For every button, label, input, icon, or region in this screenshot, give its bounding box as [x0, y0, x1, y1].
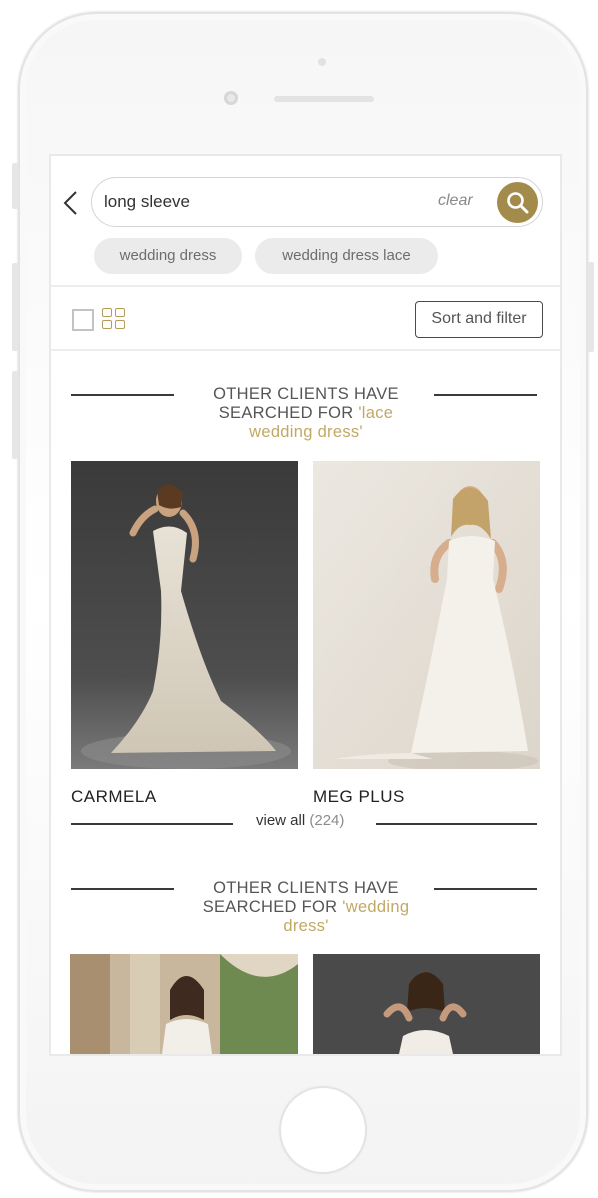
search-icon: [507, 192, 529, 214]
section-heading: OTHER CLIENTS HAVE SEARCHED FOR 'wedding…: [202, 879, 410, 935]
suggestion-chip[interactable]: wedding dress: [94, 238, 242, 274]
search-button[interactable]: [497, 182, 538, 223]
back-chevron-icon: [63, 191, 77, 215]
divider: [51, 349, 560, 351]
mute-switch: [12, 163, 18, 209]
proximity-sensor: [318, 58, 326, 66]
product-image[interactable]: [313, 954, 540, 1054]
back-button[interactable]: [61, 190, 83, 216]
earpiece-speaker: [274, 96, 374, 102]
heading-rule-right: [434, 394, 537, 396]
heading-rule-left: [71, 394, 174, 396]
divider: [51, 285, 560, 287]
heading-rule-right: [434, 888, 537, 890]
volume-up-button: [12, 263, 18, 351]
app-screen: clear wedding dress wedding dress lace S…: [51, 156, 560, 1054]
home-button[interactable]: [279, 1086, 367, 1174]
product-image[interactable]: [70, 954, 298, 1054]
product-image-carmela[interactable]: [71, 461, 298, 769]
view-all-link[interactable]: view all (224): [256, 812, 344, 829]
search-bar: clear: [91, 177, 543, 227]
front-camera: [224, 91, 238, 105]
view-all-rule-left: [71, 823, 233, 825]
sort-and-filter-button[interactable]: Sort and filter: [415, 301, 543, 338]
clear-button[interactable]: clear: [438, 192, 473, 210]
volume-down-button: [12, 371, 18, 459]
suggestion-chip[interactable]: wedding dress lace: [255, 238, 438, 274]
view-all-rule-right: [376, 823, 537, 825]
product-name[interactable]: CARMELA: [71, 787, 157, 807]
product-image-meg-plus[interactable]: [313, 461, 540, 769]
single-view-icon[interactable]: [72, 309, 94, 331]
product-name[interactable]: MEG PLUS: [313, 787, 405, 807]
heading-rule-left: [71, 888, 174, 890]
power-button: [588, 262, 594, 352]
search-input[interactable]: [104, 189, 404, 215]
grid-view-icon[interactable]: [102, 308, 128, 332]
section-heading: OTHER CLIENTS HAVE SEARCHED FOR 'lace we…: [213, 385, 399, 441]
